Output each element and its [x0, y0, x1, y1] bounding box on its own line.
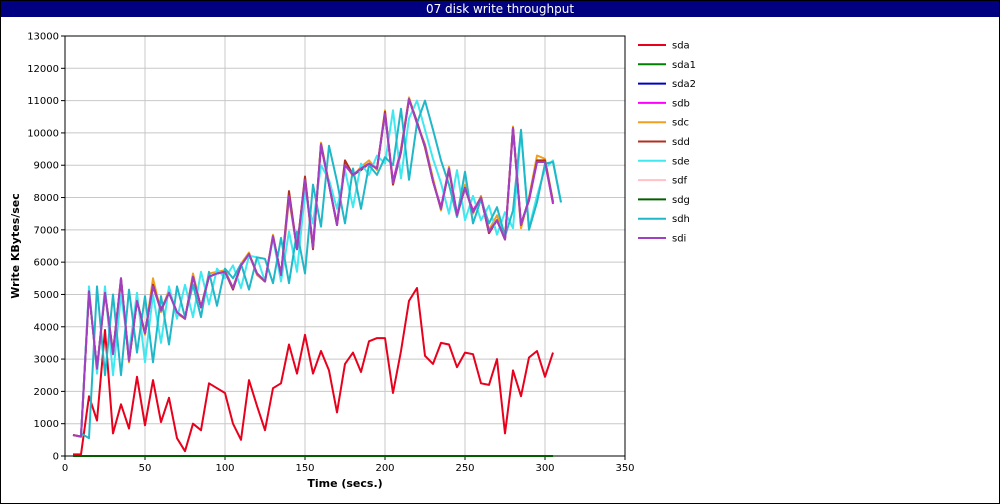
- chart-title: 07 disk write throughput: [1, 1, 999, 17]
- legend-label-sdg: sdg: [672, 195, 690, 206]
- y-tick-label: 7000: [34, 225, 59, 236]
- x-tick-label: 150: [295, 463, 314, 474]
- y-tick-label: 12000: [27, 64, 59, 75]
- x-tick-label: 50: [139, 463, 152, 474]
- x-tick-label: 350: [615, 463, 634, 474]
- x-tick-label: 250: [455, 463, 474, 474]
- chart-svg: 0 50 100 150 200 250 300 350 0 1000 2000 3000 4000 50…: [9, 32, 696, 491]
- grid: [64, 35, 626, 457]
- legend-label-sda1: sda1: [672, 60, 696, 71]
- y-tick-label: 3000: [34, 355, 59, 366]
- y-tick-label: 10000: [27, 128, 59, 139]
- y-tick-label: 6000: [34, 258, 59, 269]
- y-axis-label: Write KBytes/sec: [9, 193, 22, 299]
- legend: sda sda1 sda2 sdb sdc sdd sde sdf sdg sdh sdi: [638, 41, 696, 245]
- y-tick-label: 13000: [27, 32, 59, 43]
- legend-label-sde: sde: [672, 156, 690, 167]
- y-tick-label: 0: [53, 452, 59, 463]
- y-tick-label: 8000: [34, 193, 59, 204]
- x-tick-label: 0: [62, 463, 68, 474]
- chart-window: 07 disk write throughput 0 50 100 150 200 250…: [0, 0, 1000, 504]
- legend-label-sdf: sdf: [672, 176, 688, 187]
- x-tick-label: 200: [375, 463, 394, 474]
- legend-label-sda: sda: [672, 41, 690, 52]
- legend-label-sdc: sdc: [672, 118, 689, 129]
- legend-label-sdh: sdh: [672, 214, 690, 225]
- y-tick-label: 9000: [34, 161, 59, 172]
- axes: 0 50 100 150 200 250 300 350 0 1000 2000 3000 4000 50…: [27, 32, 634, 475]
- legend-label-sdd: sdd: [672, 137, 690, 148]
- x-axis-label: Time (secs.): [307, 477, 382, 490]
- x-tick-label: 100: [215, 463, 234, 474]
- x-tick-label: 300: [535, 463, 554, 474]
- y-tick-label: 4000: [34, 322, 59, 333]
- legend-label-sdb: sdb: [672, 98, 690, 109]
- plot-area: [64, 35, 626, 457]
- series-lines: [72, 96, 562, 457]
- y-tick-label: 5000: [34, 290, 59, 301]
- y-tick-label: 1000: [34, 419, 59, 430]
- legend-label-sdi: sdi: [672, 234, 686, 245]
- legend-label-sda2: sda2: [672, 79, 696, 90]
- y-tick-label: 2000: [34, 387, 59, 398]
- y-tick-label: 11000: [27, 96, 59, 107]
